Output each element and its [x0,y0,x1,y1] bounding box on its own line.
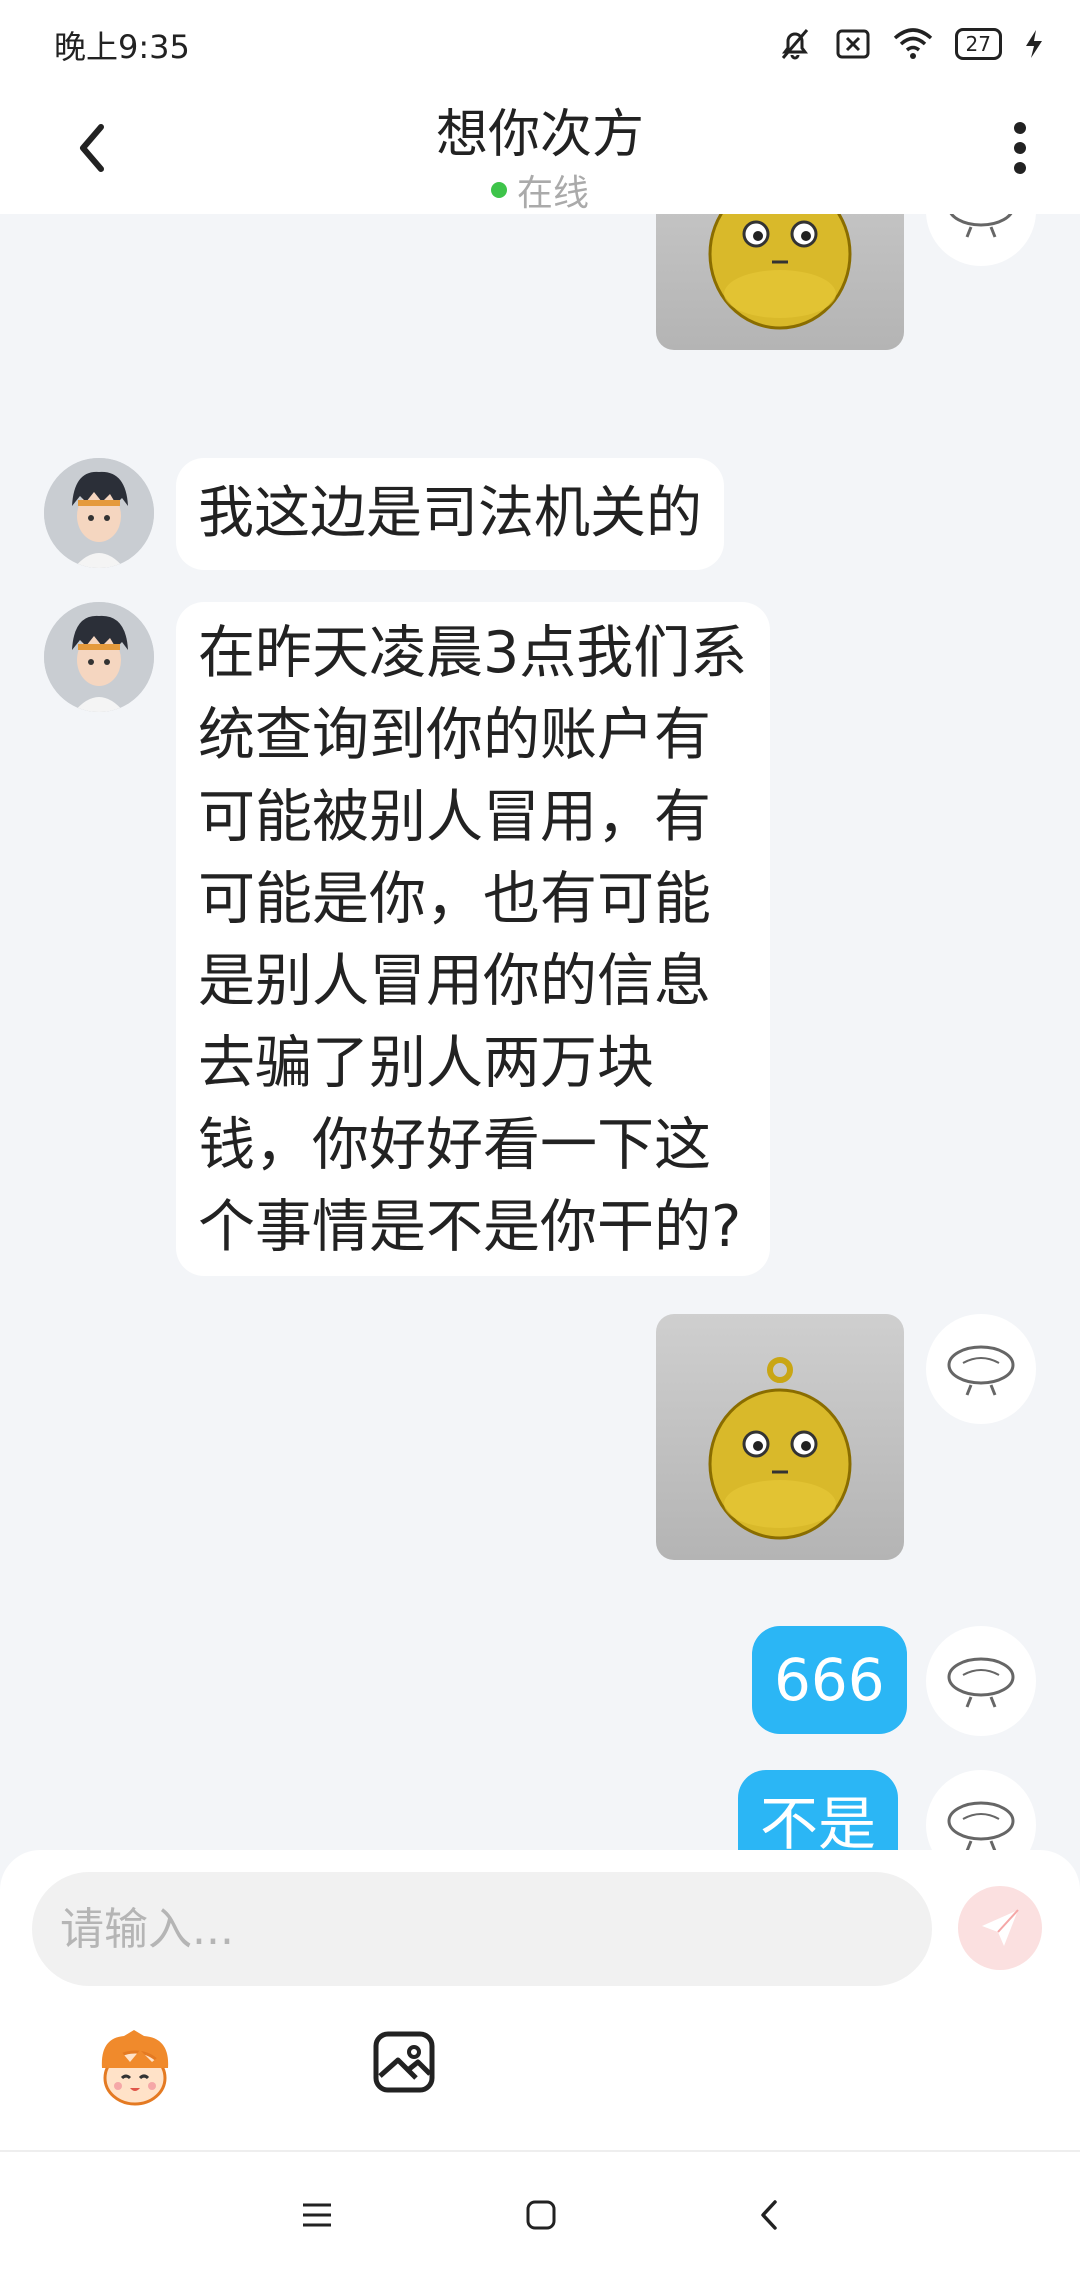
more-options-button[interactable] [990,118,1050,178]
emoji-button[interactable] [94,2028,176,2110]
input-panel [0,1850,1080,2150]
online-dot-icon [490,182,507,198]
boy-avatar-icon [44,602,154,712]
sticker-message[interactable] [656,214,904,350]
sim-error-icon [836,29,870,59]
battery-indicator: 27 [954,28,1002,60]
online-status: 在线 [0,164,1080,216]
yellow-face-sticker-icon [708,1357,852,1540]
bell-mute-icon [781,29,808,60]
message-list[interactable]: 我这边是司法机关的 在昨天凌晨3点我们系统查询到你的账户有可能被别人冒用，有可能… [0,214,1080,1850]
status-icons: 27 [777,24,1044,64]
self-avatar-icon [947,1345,1015,1396]
nav-back-icon [761,2200,777,2230]
battery-level: 27 [954,28,1002,60]
chat-header: 想你次方 在线 [0,88,1080,214]
message-input[interactable] [32,1872,932,1986]
emoji-icon [101,2030,169,2106]
message-text: 在昨天凌晨3点我们系统查询到你的账户有可能被别人冒用，有可能是你，也有可能是别人… [198,620,748,1260]
boy-avatar-icon [44,458,154,568]
contact-avatar[interactable] [44,458,154,568]
message-bubble-incoming[interactable]: 在昨天凌晨3点我们系统查询到你的账户有可能被别人冒用，有可能是你，也有可能是别人… [176,602,770,1276]
send-icon [982,1909,1019,1946]
image-button[interactable] [372,2030,436,2094]
home-button[interactable] [516,2190,566,2240]
sticker-message[interactable] [656,1314,904,1560]
self-avatar[interactable] [926,214,1036,266]
wifi-icon [893,28,932,59]
home-icon [526,2200,556,2230]
contact-avatar[interactable] [44,602,154,712]
status-time: 晚上9:35 [54,28,190,66]
self-avatar-icon [947,1801,1015,1850]
self-avatar[interactable] [926,1626,1036,1736]
menu-icon [303,2203,331,2227]
contact-name: 想你次方 [435,105,644,165]
self-avatar[interactable] [926,1770,1036,1850]
system-nav-bar [0,2152,1080,2280]
nav-back-button[interactable] [744,2190,794,2240]
message-text: 我这边是司法机关的 [198,481,702,546]
message-text: 不是 [760,1790,877,1850]
send-button[interactable] [958,1886,1042,1970]
status-bar: 晚上9:35 27 [0,0,1080,88]
message-text: 666 [774,1646,885,1714]
message-bubble-incoming[interactable]: 我这边是司法机关的 [176,458,724,570]
self-avatar-icon [947,1657,1015,1708]
self-avatar[interactable] [926,1314,1036,1424]
charging-icon [1026,30,1042,58]
self-avatar-icon [949,214,1013,238]
yellow-face-sticker-icon [708,214,852,330]
message-bubble-outgoing[interactable]: 666 [752,1626,907,1734]
menu-button[interactable] [292,2190,342,2240]
more-icon [1014,122,1026,174]
online-status-text: 在线 [516,173,589,214]
image-icon [373,2031,435,2093]
message-bubble-outgoing[interactable]: 不是 [738,1770,899,1850]
